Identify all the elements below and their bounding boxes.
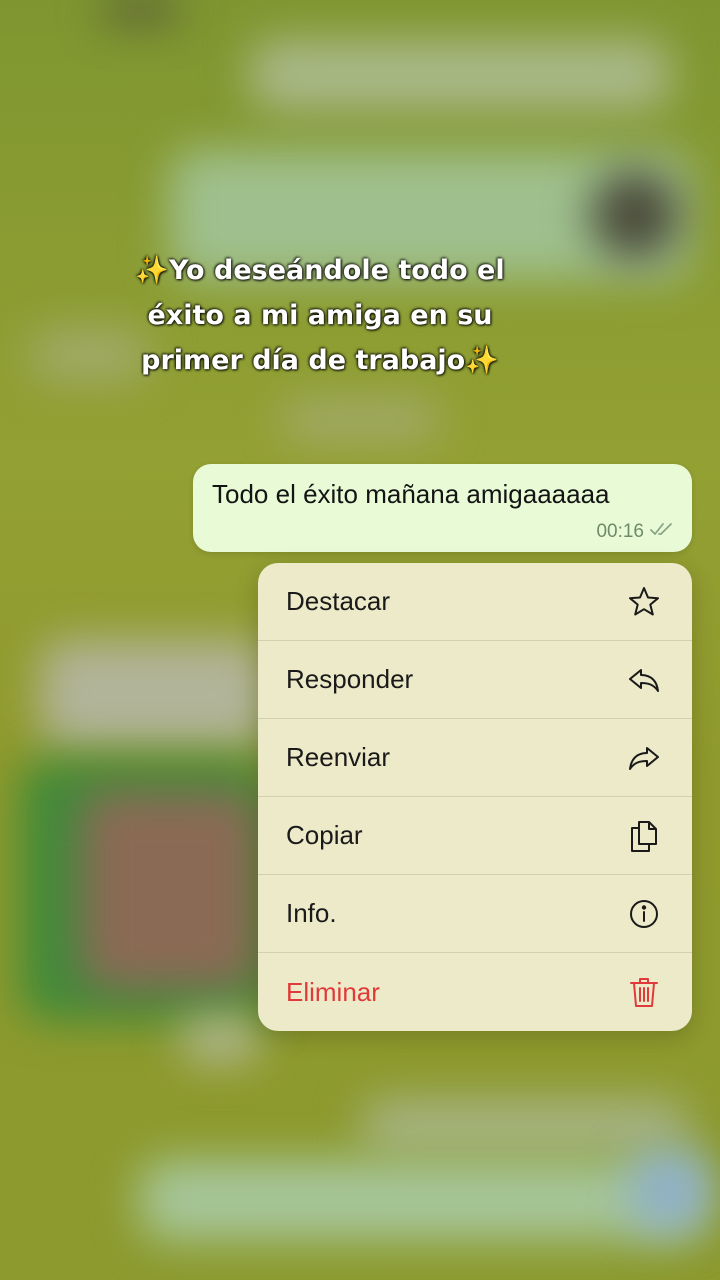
menu-item-info[interactable]: Info. [258, 875, 692, 953]
menu-item-reenviar[interactable]: Reenviar [258, 719, 692, 797]
menu-item-destacar[interactable]: Destacar [258, 563, 692, 641]
caption-line-3: primer día de trabajo✨ [141, 345, 499, 376]
menu-item-eliminar[interactable]: Eliminar [258, 953, 692, 1031]
caption-line-1: ✨Yo deseándole todo el [135, 255, 505, 286]
menu-item-label: Info. [286, 898, 337, 928]
message-meta: 00:16 [596, 521, 676, 543]
menu-item-responder[interactable]: Responder [258, 641, 692, 719]
copy-icon [626, 818, 662, 854]
menu-item-label: Copiar [286, 820, 363, 850]
star-icon [626, 584, 662, 620]
reply-icon [626, 662, 662, 698]
menu-item-label: Reenviar [286, 742, 391, 772]
message-text: Todo el éxito mañana amigaaaaaa [212, 479, 610, 509]
video-caption: ✨Yo deseándole todo el éxito a mi amiga … [100, 248, 540, 383]
message-context-menu: Destacar Responder Reenviar Copiar Info.… [258, 563, 692, 1031]
info-icon [626, 896, 662, 932]
caption-line-2: éxito a mi amiga en su [147, 300, 493, 331]
menu-item-copiar[interactable]: Copiar [258, 797, 692, 875]
menu-item-label: Responder [286, 664, 414, 694]
menu-item-label: Destacar [286, 586, 391, 616]
sparkles-icon: ✨ [135, 255, 169, 286]
sparkles-icon: ✨ [465, 345, 499, 376]
double-check-icon [650, 521, 676, 543]
message-bubble[interactable]: Todo el éxito mañana amigaaaaaa 00:16 [193, 464, 692, 552]
forward-icon [626, 740, 662, 776]
menu-item-label: Eliminar [286, 976, 380, 1007]
message-time: 00:16 [596, 521, 644, 542]
trash-icon [626, 974, 662, 1010]
